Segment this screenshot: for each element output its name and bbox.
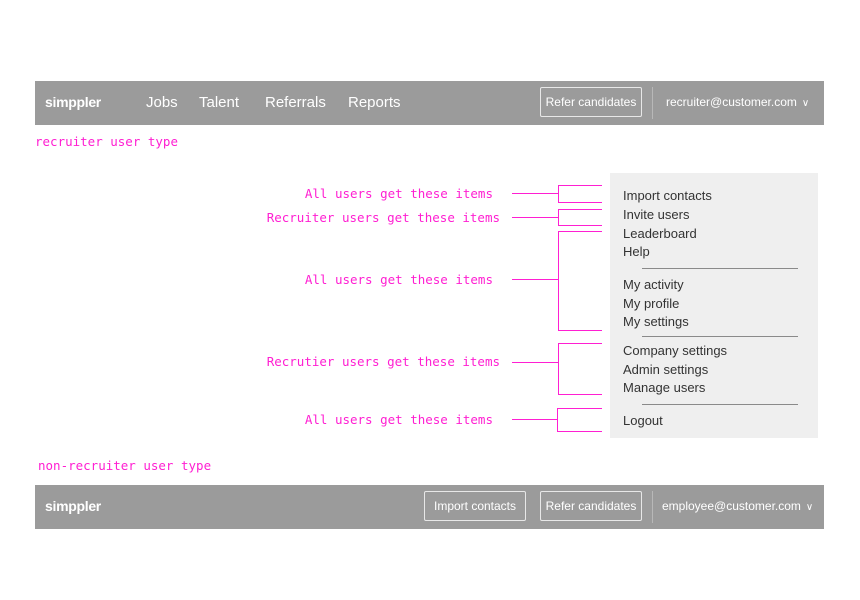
menu-item-my-settings[interactable]: My settings (623, 314, 689, 329)
menu-item-my-profile[interactable]: My profile (623, 296, 679, 311)
menu-item-manage-users[interactable]: Manage users (623, 380, 705, 395)
menu-item-company-settings[interactable]: Company settings (623, 343, 727, 358)
account-dropdown-menu: Import contacts Invite users Leaderboard… (610, 173, 818, 438)
bracket-5 (512, 408, 602, 432)
chevron-down-icon: ∨ (805, 502, 814, 513)
bracket-2 (512, 209, 602, 226)
non-recruiter-navbar: simppler Import contacts Refer candidate… (35, 485, 824, 529)
account-menu[interactable]: employee@customer.com ∨ (662, 499, 813, 513)
menu-item-admin-settings[interactable]: Admin settings (623, 362, 708, 377)
bracket-3 (512, 231, 602, 331)
menu-item-help[interactable]: Help (623, 244, 650, 259)
simppler-logo[interactable]: simppler (45, 498, 101, 514)
menu-separator (642, 404, 798, 405)
refer-candidates-button[interactable]: Refer candidates (540, 491, 642, 521)
menu-separator (642, 268, 798, 269)
account-email: employee@customer.com (662, 499, 801, 513)
menu-item-logout[interactable]: Logout (623, 413, 663, 428)
menu-separator (642, 336, 798, 337)
navbar-divider (652, 491, 653, 523)
menu-item-invite-users[interactable]: Invite users (623, 207, 689, 222)
menu-item-my-activity[interactable]: My activity (623, 277, 684, 292)
non-recruiter-user-type-label: non-recruiter user type (38, 458, 212, 473)
menu-item-import-contacts[interactable]: Import contacts (623, 188, 712, 203)
menu-item-leaderboard[interactable]: Leaderboard (623, 226, 697, 241)
import-contacts-button[interactable]: Import contacts (424, 491, 526, 521)
bracket-1 (512, 185, 602, 203)
bracket-4 (512, 343, 602, 395)
